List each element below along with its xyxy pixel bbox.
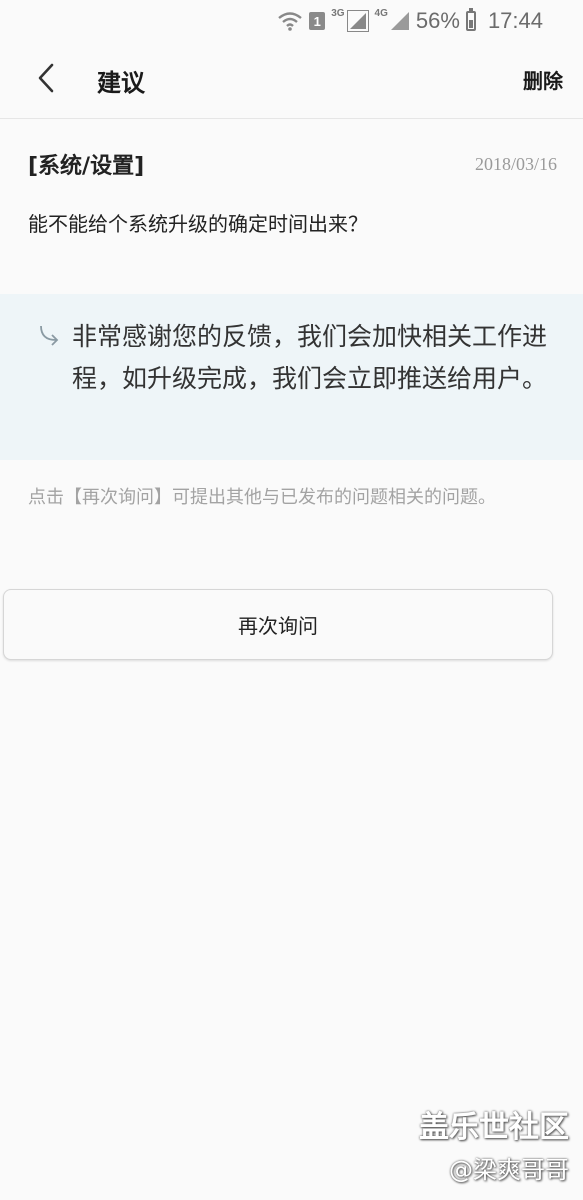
battery-icon xyxy=(465,8,476,31)
battery-fill xyxy=(468,20,473,28)
page-title: 建议 xyxy=(97,69,145,97)
question-category: [系统/设置] xyxy=(28,154,145,179)
sim-slot-badge: 1 xyxy=(309,12,326,30)
network-4g-label: 4G xyxy=(374,8,388,19)
app-header: 建议 删除 xyxy=(0,40,583,119)
back-button[interactable] xyxy=(26,58,66,98)
status-bar: 1 3G 4G 56% 17:44 xyxy=(0,0,583,40)
reply-text: 非常感谢您的反馈，我们会加快相关工作进程，如升级完成，我们会立即推送给用户。 xyxy=(72,322,548,393)
delete-button[interactable]: 删除 xyxy=(523,65,563,94)
battery-percent: 56% xyxy=(415,8,460,33)
watermark-author: @梁爽哥哥 xyxy=(449,1156,569,1184)
hint-text: 点击【再次询问】可提出其他与已发布的问题相关的问题。 xyxy=(28,487,496,508)
signal-4g-icon xyxy=(390,11,410,31)
chevron-left-icon xyxy=(38,63,54,93)
reply-arrow-icon xyxy=(40,325,59,346)
question-text: 能不能给个系统升级的确定时间出来？ xyxy=(28,212,368,236)
watermark-title: 盖乐世社区 xyxy=(419,1110,569,1145)
network-3g-label: 3G xyxy=(331,8,345,19)
status-time: 17:44 xyxy=(487,8,543,33)
ask-again-button[interactable]: 再次询问 xyxy=(3,589,553,660)
question-date: 2018/03/16 xyxy=(474,154,557,174)
wifi-icon xyxy=(277,10,303,32)
reply-block: 非常感谢您的反馈，我们会加快相关工作进程，如升级完成，我们会立即推送给用户。 xyxy=(0,294,583,460)
signal-3g-icon xyxy=(346,10,369,32)
status-icons: 1 3G 4G 56% 17:44 xyxy=(277,6,543,36)
